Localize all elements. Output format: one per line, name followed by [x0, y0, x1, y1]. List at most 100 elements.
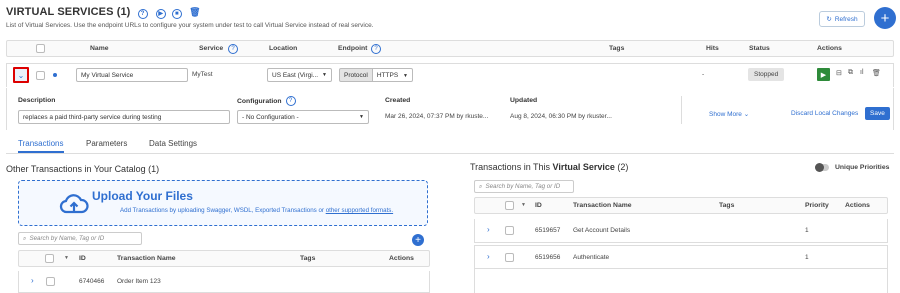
updated-value: Aug 8, 2024, 06:30 PM by rkuster...	[510, 113, 612, 120]
col-location[interactable]: Location	[269, 45, 297, 52]
save-button[interactable]: Save	[865, 107, 890, 120]
chevron-right-icon[interactable]: ›	[487, 252, 490, 261]
configuration-label-group: Configuration ?	[237, 96, 296, 106]
caret-down-icon: ▼	[359, 114, 364, 120]
caret-down-icon: ▼	[322, 72, 327, 78]
col-endpoint[interactable]: Endpoint	[338, 45, 367, 52]
virtual-transactions-title: Transactions in This Virtual Service (2)	[470, 162, 628, 172]
chevron-right-icon[interactable]: ›	[31, 276, 34, 285]
configuration-label: Configuration	[237, 97, 282, 105]
chevron-down-icon: ⌄	[743, 111, 750, 118]
discard-changes-link[interactable]: Discard Local Changes	[791, 110, 858, 117]
updated-label: Updated	[510, 97, 538, 104]
location-select[interactable]: US East (Virgi... ▼	[267, 68, 332, 82]
protocol-select[interactable]: HTTPS ▼	[372, 68, 413, 82]
play-all-icon[interactable]: ▶	[155, 8, 166, 19]
hits-value: -	[702, 71, 705, 78]
catalog-select-all-checkbox[interactable]	[45, 254, 54, 263]
col-hits[interactable]: Hits	[706, 45, 719, 52]
catalog-search-placeholder: Search by Name, Tag or ID	[29, 235, 105, 242]
refresh-icon: ↻	[826, 16, 832, 23]
row-checkbox[interactable]	[505, 253, 514, 262]
protocol-value: HTTPS	[376, 72, 399, 79]
configuration-help-icon[interactable]: ?	[285, 96, 296, 106]
virtual-col-tags[interactable]: Tags	[719, 202, 734, 209]
table-row[interactable]: › 6519657 Get Account Details 1	[474, 219, 888, 243]
stop-all-icon[interactable]: ■	[171, 9, 182, 19]
virtual-col-id[interactable]: ID	[535, 202, 542, 209]
chevron-right-icon[interactable]: ›	[487, 225, 490, 234]
add-transaction-button[interactable]: +	[412, 234, 424, 246]
configuration-value: - No Configuration -	[242, 113, 299, 121]
endpoint-help-icon[interactable]: ?	[371, 44, 381, 54]
col-name[interactable]: Name	[90, 45, 109, 52]
help-icon[interactable]: ?	[137, 9, 148, 19]
add-virtual-service-button[interactable]: +	[874, 7, 896, 29]
copy-icon[interactable]: ⧉	[848, 69, 853, 77]
search-icon: ⌕	[23, 234, 27, 242]
unique-priorities-toggle[interactable]: Unique Priorities	[815, 163, 889, 172]
supported-formats-link[interactable]: other supported formats.	[326, 207, 393, 214]
start-service-button[interactable]: ▶	[817, 68, 830, 81]
virtual-col-priority[interactable]: Priority	[805, 202, 829, 209]
transaction-name-link[interactable]: Order Item 123	[117, 278, 161, 285]
chart-icon[interactable]: ıl	[860, 69, 864, 76]
tab-transactions[interactable]: Transactions	[18, 139, 64, 153]
page-description: List of Virtual Services. Use the endpoi…	[6, 22, 374, 29]
catalog-title: Other Transactions in Your Catalog (1)	[6, 164, 160, 174]
virtual-title-prefix: Transactions in This	[470, 162, 553, 172]
catalog-search-input[interactable]: ⌕ Search by Name, Tag or ID	[18, 232, 142, 245]
caret-down-icon[interactable]: ▼	[521, 202, 526, 208]
row-checkbox[interactable]	[505, 226, 514, 235]
col-status[interactable]: Status	[749, 45, 770, 52]
select-all-checkbox[interactable]	[36, 44, 45, 53]
priority-value: 1	[805, 254, 809, 261]
transaction-id: 6740466	[79, 278, 105, 285]
row-checkbox[interactable]	[36, 71, 45, 80]
upload-desc: Add Transactions by uploading Swagger, W…	[120, 207, 393, 214]
page-title: VIRTUAL SERVICES (1) ? ▶ ■ 🗑	[6, 6, 201, 19]
priority-value: 1	[805, 227, 809, 234]
description-input[interactable]: replaces a paid third-party service duri…	[18, 110, 230, 124]
tab-data-settings[interactable]: Data Settings	[149, 139, 197, 148]
service-name-input[interactable]: My Virtual Service	[76, 68, 188, 82]
catalog-col-actions[interactable]: Actions	[389, 255, 414, 262]
service-help-icon[interactable]: ?	[228, 44, 238, 54]
table-header: Name Service ? Location Endpoint ? Tags …	[6, 40, 894, 57]
refresh-button[interactable]: ↻ Refresh	[819, 11, 865, 27]
col-actions[interactable]: Actions	[817, 45, 842, 52]
toggle-switch[interactable]	[815, 163, 829, 172]
detail-divider	[681, 96, 682, 124]
delete-icon[interactable]: 🗑	[872, 69, 881, 77]
caret-down-icon[interactable]: ▼	[64, 255, 69, 261]
show-more-link[interactable]: Show More ⌄	[709, 110, 749, 118]
catalog-col-name[interactable]: Transaction Name	[117, 255, 176, 262]
virtual-search-input[interactable]: ⌕ Search by Name, Tag or ID	[474, 180, 574, 193]
table-row[interactable]: › 6519656 Authenticate 1	[474, 245, 888, 269]
caret-down-icon: ▼	[402, 73, 408, 79]
transaction-id: 6519657	[535, 227, 561, 234]
page-title-text: VIRTUAL SERVICES (1)	[6, 6, 131, 18]
virtual-search-placeholder: Search by Name, Tag or ID	[485, 183, 561, 190]
service-value: MyTest	[192, 71, 213, 78]
catalog-col-id[interactable]: ID	[79, 255, 86, 262]
virtual-select-all-checkbox[interactable]	[505, 201, 514, 210]
virtual-col-name[interactable]: Transaction Name	[573, 202, 632, 209]
configuration-select[interactable]: - No Configuration - ▼	[237, 110, 369, 124]
collapse-row-button[interactable]: ⌄	[13, 67, 29, 83]
table-row[interactable]: › 6740466 Order Item 123	[18, 271, 430, 293]
tab-parameters[interactable]: Parameters	[86, 139, 127, 148]
col-service[interactable]: Service	[199, 45, 223, 52]
trash-icon[interactable]: 🗑	[189, 7, 201, 17]
col-tags[interactable]: Tags	[609, 45, 624, 52]
upload-dropzone[interactable]: Upload Your Files Add Transactions by up…	[18, 180, 428, 226]
virtual-col-actions[interactable]: Actions	[845, 202, 870, 209]
transaction-name-link[interactable]: Get Account Details	[573, 227, 630, 234]
status-badge: Stopped	[748, 68, 785, 81]
transaction-name-link[interactable]: Authenticate	[573, 254, 609, 261]
row-checkbox[interactable]	[46, 277, 55, 286]
created-value: Mar 26, 2024, 07:37 PM by rkuste...	[385, 113, 489, 120]
location-value: US East (Virgi...	[272, 71, 319, 79]
stop-icon[interactable]: ⊟	[836, 69, 842, 77]
catalog-col-tags[interactable]: Tags	[300, 255, 315, 262]
